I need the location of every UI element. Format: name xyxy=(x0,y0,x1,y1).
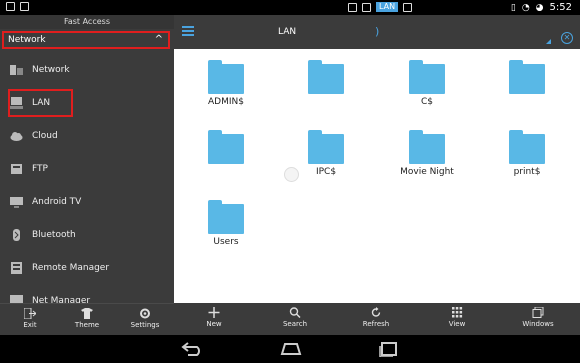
plus-icon xyxy=(208,307,220,318)
folder-label[interactable]: Movie Night xyxy=(387,167,467,177)
sidebar-item-label: Net Manager xyxy=(32,296,91,303)
folder-icon[interactable] xyxy=(509,130,545,164)
sidebar: Fast Access Network ^ Network LAN Cloud … xyxy=(0,15,174,335)
windows-label: Windows xyxy=(522,320,554,328)
exit-label: Exit xyxy=(23,321,37,329)
vibrate-icon: ▯ xyxy=(510,2,516,13)
app-notification-icon xyxy=(20,2,29,11)
back-icon[interactable] xyxy=(180,341,204,357)
system-nav-bar xyxy=(0,335,580,363)
loading-spinner xyxy=(284,167,299,182)
refresh-label: Refresh xyxy=(362,320,390,328)
path-separator-icon: ) xyxy=(375,25,380,38)
new-button[interactable]: New xyxy=(184,303,244,335)
sidebar-item-android-tv[interactable]: Android TV xyxy=(0,186,174,219)
folder-label[interactable]: Users xyxy=(186,237,266,247)
close-icon[interactable]: ✕ xyxy=(561,32,573,44)
folder-label[interactable]: ADMIN$ xyxy=(186,97,266,107)
windows-button[interactable]: Windows xyxy=(508,303,568,335)
folder-icon[interactable] xyxy=(308,130,344,164)
home-icon[interactable] xyxy=(279,341,303,357)
folder-label[interactable]: C$ xyxy=(387,97,467,107)
folder-icon[interactable] xyxy=(208,60,244,94)
search-button[interactable]: Search xyxy=(265,303,325,335)
sidebar-item-cloud[interactable]: Cloud xyxy=(0,120,174,153)
status-bar: LAN ▯ ◔ ◕ 5:52 xyxy=(0,0,580,15)
menu-icon[interactable] xyxy=(182,26,194,36)
settings-button[interactable]: Settings xyxy=(125,304,165,336)
ftp-icon xyxy=(11,164,22,174)
folder-icon[interactable] xyxy=(208,200,244,234)
folder-icon[interactable] xyxy=(409,60,445,94)
lan-selection-highlight xyxy=(8,89,73,117)
folder-icon[interactable] xyxy=(208,130,244,164)
chevron-up-icon[interactable]: ^ xyxy=(155,33,163,47)
section-header-label: Network xyxy=(8,35,46,45)
gallery-notification-icon xyxy=(6,2,15,11)
exit-icon xyxy=(24,308,36,319)
sidebar-item-bluetooth[interactable]: Bluetooth xyxy=(0,219,174,252)
grid-icon xyxy=(452,307,463,318)
sidebar-title: Fast Access xyxy=(0,15,174,29)
path-title[interactable]: LAN xyxy=(278,15,296,49)
theme-icon xyxy=(81,308,93,319)
sidebar-item-net-manager[interactable]: Net Manager xyxy=(0,285,174,303)
new-label: New xyxy=(206,320,222,328)
network-section-header[interactable]: Network ^ xyxy=(2,31,170,49)
bluetooth-icon xyxy=(13,229,20,241)
view-button[interactable]: View xyxy=(427,303,487,335)
alarm-icon: ◕ xyxy=(535,2,544,13)
folder-label[interactable]: print$ xyxy=(487,167,567,177)
app-root: LAN ▯ ◔ ◕ 5:52 Fast Access Network ^ Net… xyxy=(0,0,580,363)
sidebar-item-label: Remote Manager xyxy=(32,263,110,273)
folder-icon[interactable] xyxy=(409,130,445,164)
clock: 5:52 xyxy=(549,2,572,13)
remote-manager-icon xyxy=(11,262,22,274)
theme-button[interactable]: Theme xyxy=(67,304,107,336)
gear-icon xyxy=(140,308,150,319)
path-dropdown-icon[interactable] xyxy=(546,39,551,44)
main-toolbar: New Search Refresh View Windows xyxy=(174,303,580,335)
exit-button[interactable]: Exit xyxy=(10,304,50,336)
settings-label: Settings xyxy=(130,321,160,329)
sidebar-item-remote-manager[interactable]: Remote Manager xyxy=(0,252,174,285)
sidebar-item-label: FTP xyxy=(32,164,48,174)
theme-label: Theme xyxy=(74,321,100,329)
folder-indicator-icon xyxy=(362,2,371,12)
search-icon xyxy=(289,307,301,318)
network-icon xyxy=(10,65,23,75)
refresh-button[interactable]: Refresh xyxy=(346,303,406,335)
recents-icon[interactable] xyxy=(377,341,401,357)
windows-icon xyxy=(532,307,544,318)
lan-chip: LAN xyxy=(376,2,399,12)
view-label: View xyxy=(448,320,466,328)
sidebar-item-ftp[interactable]: FTP xyxy=(0,153,174,186)
search-label: Search xyxy=(282,320,308,328)
sidebar-item-network[interactable]: Network xyxy=(0,54,174,87)
sidebar-item-label: Bluetooth xyxy=(32,230,76,240)
sidebar-item-label: Android TV xyxy=(32,197,82,207)
copy-indicator-icon xyxy=(348,2,357,12)
upload-indicator-icon xyxy=(403,2,413,12)
net-manager-icon xyxy=(10,295,23,303)
cloud-icon xyxy=(10,132,23,141)
sidebar-item-label: Network xyxy=(32,65,70,75)
wifi-icon: ◔ xyxy=(521,2,530,13)
folder-icon[interactable] xyxy=(509,60,545,94)
tv-icon xyxy=(10,197,23,208)
sidebar-toolbar: Exit Theme Settings xyxy=(0,303,174,335)
sidebar-item-label: Cloud xyxy=(32,131,58,141)
refresh-icon xyxy=(371,307,381,317)
main-top-bar: LAN ) ✕ xyxy=(174,15,580,49)
file-grid: ADMIN$ C$ IPC$ Movie Night print$ Users xyxy=(174,49,580,303)
folder-icon[interactable] xyxy=(308,60,344,94)
